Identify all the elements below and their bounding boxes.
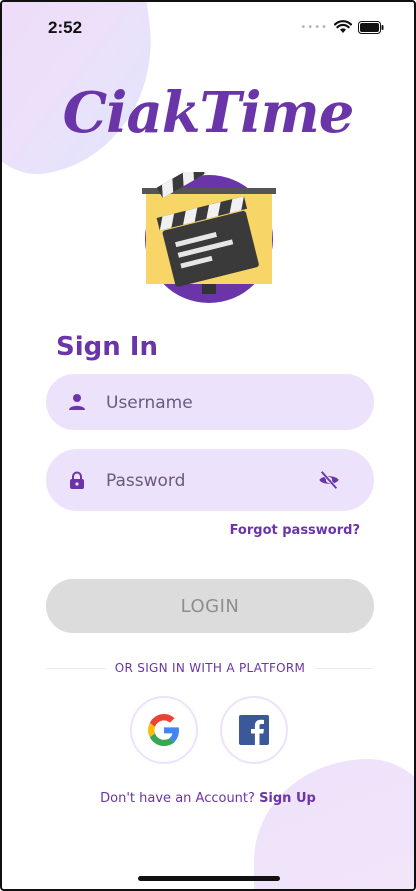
platform-divider: OR SIGN IN WITH A PLATFORM bbox=[46, 661, 374, 677]
password-input[interactable] bbox=[104, 449, 308, 513]
clapperboard-icon bbox=[142, 172, 276, 303]
person-icon bbox=[69, 394, 85, 410]
divider-line-right bbox=[314, 668, 374, 669]
status-time: 2:52 bbox=[48, 18, 83, 37]
wifi-icon bbox=[334, 20, 352, 33]
google-signin-button[interactable] bbox=[130, 696, 198, 764]
decorative-blob-bottom bbox=[254, 759, 414, 889]
google-icon bbox=[148, 714, 179, 746]
cellular-dots-icon: •••• bbox=[300, 21, 328, 33]
facebook-icon bbox=[239, 715, 269, 745]
eye-off-icon[interactable] bbox=[318, 469, 340, 491]
app-screen: 2:52 •••• CiakTime Sign In Username Forg… bbox=[0, 0, 416, 891]
lock-icon bbox=[70, 471, 84, 489]
status-icons: •••• bbox=[300, 20, 384, 34]
home-indicator bbox=[138, 876, 280, 881]
sign-in-title: Sign In bbox=[56, 332, 158, 362]
no-account-text: Don't have an Account? bbox=[100, 791, 255, 806]
facebook-signin-button[interactable] bbox=[220, 696, 288, 764]
signup-row: Don't have an Account? Sign Up bbox=[2, 791, 414, 806]
forgot-password-link[interactable]: Forgot password? bbox=[230, 523, 360, 538]
sign-up-link[interactable]: Sign Up bbox=[259, 791, 316, 806]
login-button[interactable]: LOGIN bbox=[46, 579, 374, 633]
username-field[interactable] bbox=[46, 374, 374, 432]
status-bar: 2:52 •••• bbox=[2, 2, 414, 52]
password-field[interactable] bbox=[46, 449, 374, 513]
app-logo-text: CiakTime bbox=[62, 80, 355, 146]
battery-icon bbox=[358, 20, 384, 34]
username-input[interactable] bbox=[104, 374, 308, 432]
